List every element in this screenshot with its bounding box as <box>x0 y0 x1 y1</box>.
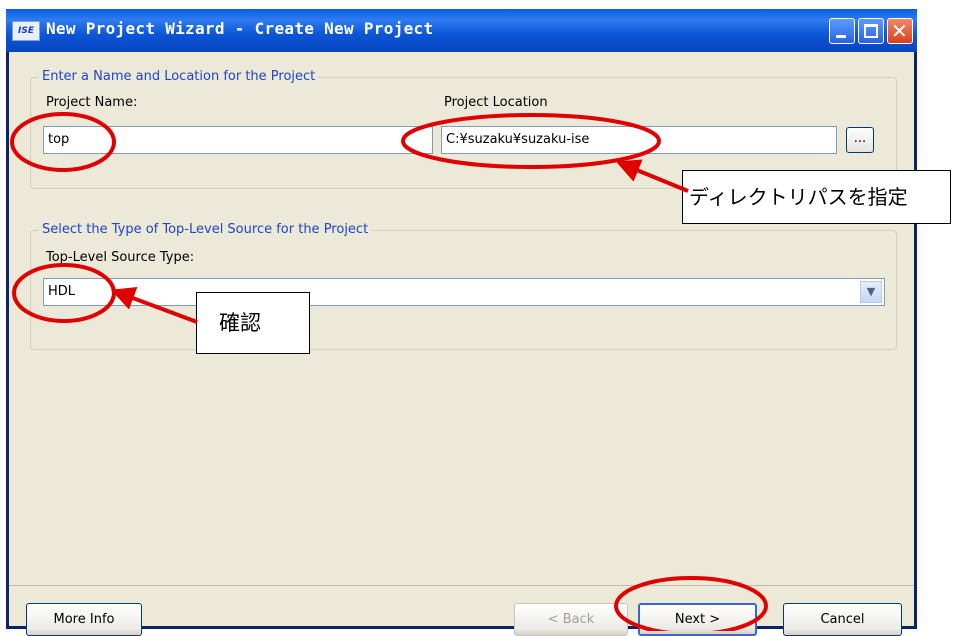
source-type-label-text: Top-Level Source Type: <box>46 250 195 265</box>
source-type-value: HDL <box>48 284 76 299</box>
minimize-button[interactable] <box>829 18 855 44</box>
window-title: New Project Wizard - Create New Project <box>46 19 434 38</box>
group-title-source-type: Select the Type of Top-Level Source for … <box>39 222 372 237</box>
path-annotation-box: ディレクトリパスを指定 <box>682 170 951 224</box>
wizard-content: Enter a Name and Location for the Projec… <box>9 52 914 636</box>
project-name-input[interactable]: top <box>43 126 433 154</box>
next-button[interactable]: Next > <box>638 603 757 636</box>
maximize-button[interactable] <box>858 18 884 44</box>
project-location-label-text: Project Location <box>444 95 548 110</box>
title-bar[interactable]: ISE New Project Wizard - Create New Proj… <box>6 9 917 52</box>
project-name-label: Project Name: <box>46 95 137 110</box>
project-location-label: Project Location <box>444 95 548 110</box>
project-name-label-text: Project Name: <box>46 95 138 110</box>
browse-button[interactable]: ... <box>846 127 874 153</box>
button-separator <box>9 585 914 586</box>
project-location-input[interactable]: C:¥suzaku¥suzaku-ise <box>441 126 837 154</box>
chevron-down-icon[interactable]: ▼ <box>860 281 882 303</box>
close-icon: ✕ <box>891 19 908 43</box>
source-type-label: Top-Level Source Type: <box>46 250 194 265</box>
wizard-window: ISE New Project Wizard - Create New Proj… <box>6 9 917 636</box>
confirm-annotation-box: 確認 <box>196 292 310 354</box>
back-button[interactable]: < Back <box>514 603 628 636</box>
source-type-select[interactable]: HDL ▼ <box>43 278 885 306</box>
minimize-icon <box>836 35 846 38</box>
cancel-button[interactable]: Cancel <box>783 603 902 636</box>
group-title-name-location: Enter a Name and Location for the Projec… <box>39 69 319 84</box>
close-button[interactable]: ✕ <box>887 18 913 44</box>
app-icon: ISE <box>12 21 40 41</box>
maximize-icon <box>864 24 878 38</box>
more-info-button[interactable]: More Info <box>26 603 142 636</box>
